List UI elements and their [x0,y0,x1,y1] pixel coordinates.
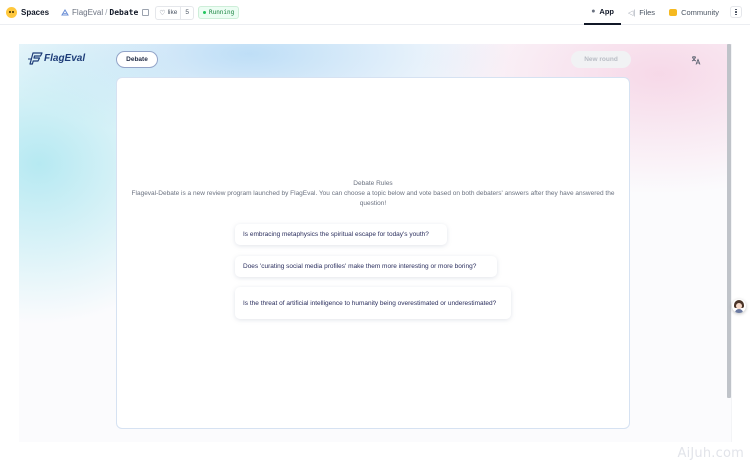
scrollbar-thumb[interactable] [727,44,731,398]
topic-option[interactable]: Does 'curating social media profiles' ma… [235,256,497,277]
status-badge: Running [197,6,240,19]
tab-app-label: App [599,7,615,16]
community-icon [669,9,678,16]
hugging-face-logo-icon[interactable] [6,7,17,18]
debate-mode-button[interactable]: Debate [116,51,158,68]
tab-files[interactable]: ◁| Files [621,0,662,25]
space-owner-link[interactable]: FlagEval [72,8,103,17]
spaces-link[interactable]: Spaces [21,8,49,17]
more-options-icon[interactable] [730,6,742,18]
topic-option[interactable]: Is the threat of artificial intelligence… [235,287,511,319]
new-round-button[interactable]: New round [571,51,631,68]
heart-icon: ♡ [159,9,166,17]
scrollbar-track[interactable] [731,44,732,442]
assistant-avatar[interactable] [732,299,746,313]
app-icon: ● [591,8,596,15]
watermark: AiJuh.com [677,446,744,461]
breadcrumb: Spaces FlagEval / Debate ♡ like 5 Running [6,5,240,20]
status-text: Running [208,9,235,16]
brand-name: FlagEval [44,53,86,64]
tab-community-label: Community [681,8,719,17]
top-navigation-bar: Spaces FlagEval / Debate ♡ like 5 Running… [0,0,750,25]
like-button[interactable]: ♡ like 5 [155,5,194,20]
space-tabs: ● App ◁| Files Community [584,0,750,25]
space-owner-icon [61,8,69,17]
topic-option[interactable]: Is embracing metaphysics the spiritual e… [235,224,447,245]
flageval-logo: FlagEval [27,52,85,65]
app-frame: FlagEval Debate New round Debate Rules F… [19,44,731,442]
translate-icon[interactable] [691,55,701,65]
rules-description: Flageval-Debate is a new review program … [131,190,615,207]
breadcrumb-separator: / [105,8,108,17]
flageval-logo-icon [28,52,43,65]
files-icon: ◁| [628,9,636,17]
like-count: 5 [180,6,193,19]
tab-app[interactable]: ● App [584,0,622,25]
rules-title: Debate Rules [353,180,393,187]
like-label: like [167,9,178,16]
chat-panel: Debate Rules Flageval-Debate is a new re… [116,77,630,429]
tab-files-label: Files [639,8,656,17]
like-part: ♡ like [156,7,180,19]
copy-icon[interactable] [142,9,150,16]
space-name-link[interactable]: Debate [109,8,138,17]
tab-community[interactable]: Community [662,0,726,25]
status-dot-icon [202,11,206,14]
